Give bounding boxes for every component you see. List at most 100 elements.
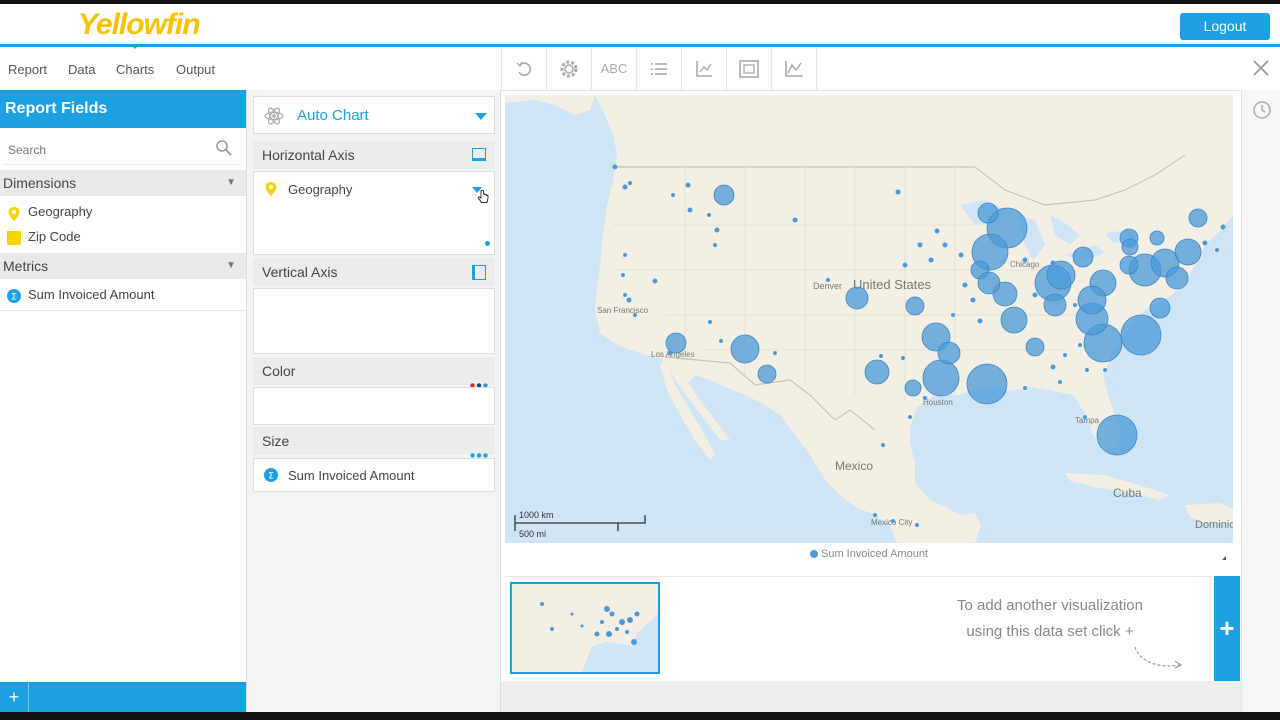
label-tampa: Tampa — [1075, 416, 1100, 425]
add-visualization-button[interactable]: + — [1214, 576, 1240, 681]
chevron-down-icon[interactable] — [475, 113, 487, 120]
map-pin-icon — [7, 206, 21, 221]
tab-data[interactable]: Data — [68, 62, 95, 77]
search-icon[interactable] — [215, 139, 233, 157]
logout-button[interactable]: Logout — [1180, 13, 1270, 40]
close-icon[interactable] — [1250, 57, 1272, 79]
resize-dot — [485, 241, 490, 246]
size-dropzone[interactable]: Σ Sum Invoiced Amount — [253, 458, 495, 492]
size-label: Size — [262, 433, 290, 449]
horizontal-axis-icon — [472, 148, 486, 161]
sigma-icon: Σ — [7, 288, 21, 303]
tab-output[interactable]: Output — [176, 62, 215, 77]
color-dots-icon — [470, 369, 490, 388]
label-san-francisco: San Francisco — [597, 306, 649, 315]
metrics-section[interactable]: Metrics ▼ — [0, 253, 246, 279]
field-label: Geography — [28, 204, 93, 219]
list-icon[interactable] — [637, 47, 682, 90]
report-fields-title: Report Fields — [0, 90, 246, 128]
axis-icon[interactable] — [682, 47, 727, 90]
bubble[interactable] — [665, 332, 687, 354]
window-bottom-edge — [0, 712, 1280, 720]
bubble[interactable] — [905, 296, 925, 316]
add-field-button[interactable]: + — [0, 682, 29, 712]
top-bar: Yellowfin Logout — [0, 0, 1280, 46]
sigma-icon: Σ — [264, 468, 278, 482]
bubble[interactable] — [1096, 414, 1138, 456]
field-zip-code[interactable]: Zip Code — [7, 227, 81, 247]
field-geography[interactable]: Geography — [7, 202, 92, 222]
text-format-icon[interactable]: ABC — [592, 47, 637, 90]
resize-corner-icon[interactable] — [1222, 556, 1226, 560]
chart-type-label: Auto Chart — [297, 107, 369, 124]
svg-text:Σ: Σ — [268, 472, 274, 482]
add-viz-line2: using this data set click + — [966, 623, 1134, 640]
visualization-thumbnail[interactable] — [510, 582, 660, 674]
horizontal-axis-dropzone[interactable]: Geography — [253, 171, 495, 255]
settings-icon[interactable] — [547, 47, 592, 90]
horizontal-axis-field: Geography — [288, 182, 353, 197]
color-dropzone[interactable] — [253, 387, 495, 425]
bubble[interactable] — [977, 271, 1001, 295]
square-icon — [7, 230, 21, 245]
label-dominican: Dominic — [1195, 519, 1233, 531]
chart-type-selector[interactable]: Auto Chart — [253, 96, 495, 134]
bubble[interactable] — [1072, 246, 1094, 268]
label-houston: Houston — [923, 398, 953, 407]
bubble[interactable] — [1046, 260, 1076, 290]
bubble-map[interactable]: United States Mexico Cuba Denver San Fra… — [505, 95, 1235, 543]
bubble[interactable] — [1188, 208, 1208, 228]
vertical-axis-dropzone[interactable] — [253, 288, 495, 354]
bubble[interactable] — [864, 359, 890, 385]
chart-toolbar: ABC — [501, 47, 1280, 91]
legend-swatch — [809, 550, 818, 559]
report-tabs: Report Data Charts Output — [0, 47, 500, 91]
bubble[interactable] — [730, 334, 760, 364]
bubble[interactable] — [966, 363, 1008, 405]
cursor-hand-icon — [477, 189, 489, 204]
bubble[interactable] — [937, 341, 961, 365]
image-icon[interactable] — [727, 47, 772, 90]
field-sum-invoiced-amount[interactable]: Σ Sum Invoiced Amount — [7, 285, 154, 305]
chevron-down-icon[interactable]: ▼ — [226, 253, 236, 279]
bubble[interactable] — [1025, 337, 1045, 357]
bubble[interactable] — [1119, 255, 1139, 275]
bubble[interactable] — [1165, 266, 1189, 290]
bubble[interactable] — [1120, 314, 1162, 356]
bubble[interactable] — [904, 379, 922, 397]
chevron-down-icon[interactable]: ▼ — [226, 170, 236, 196]
bubble[interactable] — [1077, 285, 1107, 315]
report-fields-panel: Report Fields Dimensions ▼ Geography Zip… — [0, 90, 247, 720]
vertical-axis-icon — [472, 265, 486, 280]
history-icon[interactable] — [1251, 99, 1273, 121]
vertical-axis-header: Vertical Axis — [253, 258, 495, 286]
horizontal-axis-header: Horizontal Axis — [253, 141, 495, 169]
svg-text:Σ: Σ — [11, 292, 17, 302]
label-mexico-city: Mexico City — [871, 518, 912, 527]
bubble[interactable] — [757, 364, 777, 384]
dimensions-section[interactable]: Dimensions ▼ — [0, 170, 246, 196]
bubble[interactable] — [713, 184, 735, 206]
bubble[interactable] — [1121, 238, 1139, 256]
map-pin-icon — [264, 181, 278, 197]
bubble[interactable] — [1174, 238, 1202, 266]
bubble[interactable] — [922, 359, 960, 397]
bubble[interactable] — [1043, 293, 1067, 317]
fields-footer: + — [0, 682, 246, 712]
horizontal-axis-label: Horizontal Axis — [262, 147, 355, 163]
label-mexico: Mexico — [835, 459, 873, 473]
tab-charts[interactable]: Charts — [116, 62, 154, 77]
dashed-arrow-icon — [1133, 645, 1185, 671]
bubble[interactable] — [1149, 230, 1165, 246]
scale-km: 1000 km — [519, 510, 554, 520]
tab-report[interactable]: Report — [8, 62, 47, 77]
bubble[interactable] — [845, 286, 869, 310]
undo-icon[interactable] — [502, 47, 547, 90]
search-box — [3, 134, 239, 165]
line-chart-icon[interactable] — [772, 47, 817, 90]
bubble[interactable] — [1149, 297, 1171, 319]
metrics-label: Metrics — [3, 258, 49, 274]
search-input[interactable] — [6, 138, 210, 162]
bubble[interactable] — [977, 202, 999, 224]
bubble[interactable] — [1000, 306, 1028, 334]
